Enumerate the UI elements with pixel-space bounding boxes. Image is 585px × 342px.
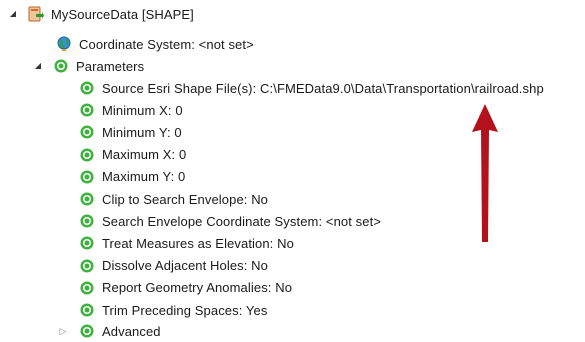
parameter-item[interactable]: Minimum Y: 0: [79, 121, 182, 143]
parameter-item-label: Trim Preceding Spaces: Yes: [102, 302, 268, 318]
gear-icon: [80, 103, 94, 117]
tree-item-root-label: MySourceData [SHAPE]: [51, 6, 194, 22]
gear-icon: [80, 236, 94, 250]
globe-icon: [57, 36, 71, 51]
advanced-label: Advanced: [102, 323, 161, 339]
parameter-item[interactable]: Maximum Y: 0: [79, 166, 185, 188]
parameter-item[interactable]: Treat Measures as Elevation: No: [79, 232, 294, 254]
parameter-item-label: Clip to Search Envelope: No: [102, 191, 269, 207]
gear-icon: [80, 170, 94, 184]
gear-icon: [80, 81, 94, 95]
tree-item-root[interactable]: MySourceData [SHAPE]: [28, 3, 194, 25]
tree-item-coordinate-system[interactable]: Coordinate System: <not set>: [56, 33, 254, 55]
gear-icon: [80, 303, 94, 317]
expand-toggle-root[interactable]: ◢: [8, 3, 18, 25]
parameter-item-label: Dissolve Adjacent Holes: No: [102, 258, 268, 274]
tree-item-parameters[interactable]: Parameters: [53, 55, 144, 77]
gear-icon: [54, 59, 68, 73]
parameter-item-label: Search Envelope Coordinate System: <not …: [102, 213, 382, 229]
gear-icon: [80, 125, 94, 139]
parameter-item[interactable]: Minimum X: 0: [79, 99, 183, 121]
gear-icon: [80, 148, 94, 162]
gear-icon: [80, 192, 94, 206]
parameter-item-label: Report Geometry Anomalies: No: [102, 280, 293, 296]
parameter-item-label: Maximum X: 0: [102, 147, 187, 163]
parameter-item-label: Minimum X: 0: [102, 102, 183, 118]
parameter-item-label: Minimum Y: 0: [102, 124, 182, 140]
parameter-item[interactable]: Report Geometry Anomalies: No: [79, 277, 292, 299]
gear-icon: [80, 281, 94, 295]
parameter-item-label: Treat Measures as Elevation: No: [102, 235, 294, 251]
parameter-item-label: Source Esri Shape File(s): C:\FMEData9.0…: [102, 80, 544, 96]
parameter-item[interactable]: Trim Preceding Spaces: Yes: [79, 299, 267, 321]
parameter-item[interactable]: Maximum X: 0: [79, 144, 186, 166]
parameter-item[interactable]: Source Esri Shape File(s): C:\FMEData9.0…: [79, 77, 544, 99]
parameter-item[interactable]: Clip to Search Envelope: No: [79, 188, 268, 210]
reader-dataset-icon: [28, 6, 44, 22]
gear-icon: [80, 324, 94, 338]
coordinate-system-label: Coordinate System: <not set>: [79, 36, 254, 52]
parameter-item[interactable]: Search Envelope Coordinate System: <not …: [79, 210, 381, 232]
expand-toggle-parameters[interactable]: ◢: [33, 55, 43, 77]
gear-icon: [80, 214, 94, 228]
parameter-item-label: Maximum Y: 0: [102, 169, 186, 185]
parameters-tree: ◢ MySourceData [SHAPE] Coordinate System…: [0, 0, 585, 339]
parameter-item[interactable]: Dissolve Adjacent Holes: No: [79, 255, 268, 277]
annotation-arrow-icon: [472, 104, 498, 242]
parameters-label: Parameters: [76, 58, 145, 74]
gear-icon: [80, 259, 94, 273]
